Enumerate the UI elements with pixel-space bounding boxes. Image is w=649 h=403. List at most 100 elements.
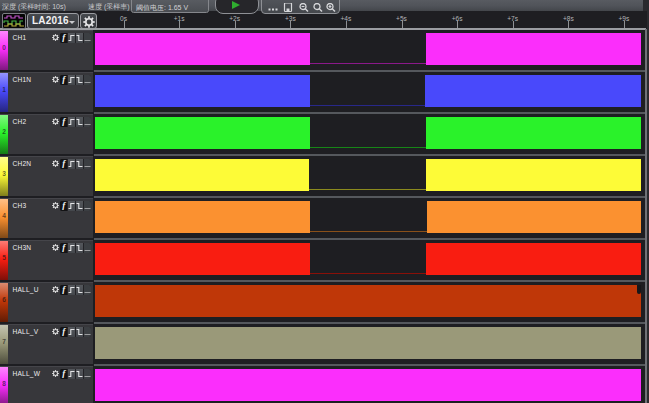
channel-number: 6	[0, 283, 8, 317]
low-level-icon[interactable]	[84, 75, 91, 86]
rising-edge-icon[interactable]	[68, 201, 75, 212]
gear-icon[interactable]	[52, 160, 59, 167]
rising-edge-icon[interactable]	[68, 117, 75, 128]
low-level-icon[interactable]	[84, 117, 91, 128]
time-ruler[interactable]: 0s+1s+2s+3s+4s+5s+6s+7s+8s+9s	[96, 11, 641, 29]
gear-icon[interactable]	[52, 244, 59, 251]
low-level-icon[interactable]	[84, 33, 91, 44]
settings-button[interactable]	[80, 13, 97, 29]
frequency-glyph: f	[60, 327, 67, 336]
rising-edge-icon-svg	[68, 34, 75, 42]
rising-edge-icon[interactable]	[68, 327, 75, 338]
frequency-icon[interactable]: f	[60, 285, 67, 296]
channel-label: CH1N	[13, 76, 32, 83]
channel-label: CH2	[13, 118, 27, 125]
row-divider	[94, 112, 646, 114]
gear-icon	[83, 16, 95, 28]
falling-edge-icon[interactable]	[76, 369, 83, 380]
rising-edge-icon[interactable]	[68, 33, 75, 44]
channel-tile-ch3n[interactable]: 5CH3Nf	[0, 240, 93, 280]
channel-label: CH3	[13, 202, 27, 209]
channel-tile-ch1n[interactable]: 1 CH1N f	[0, 72, 93, 112]
low-level-icon-svg	[84, 34, 91, 42]
trigger-button-group: f	[60, 117, 91, 128]
trigger-button-group: f	[60, 285, 91, 296]
rising-edge-icon[interactable]	[68, 75, 75, 86]
ruler-tick-mark	[457, 21, 458, 28]
low-level-icon-svg	[84, 286, 91, 294]
channel-label: HALL_V	[13, 328, 39, 335]
waveform-high-ch2	[426, 117, 642, 149]
falling-edge-icon[interactable]	[76, 243, 83, 254]
falling-edge-icon-svg	[76, 370, 83, 378]
channel-color-strip: 7	[0, 325, 8, 364]
low-level-icon[interactable]	[84, 201, 91, 212]
channel-tile-ch3[interactable]: 4 CH3 f	[0, 198, 93, 238]
row-divider	[94, 238, 646, 240]
ruler-tick-mark	[402, 21, 403, 28]
frequency-icon[interactable]: f	[60, 117, 67, 128]
channel-number: 1	[0, 73, 8, 107]
frequency-icon[interactable]: f	[60, 75, 67, 86]
frequency-icon[interactable]: f	[60, 369, 67, 380]
channel-color-strip: 6	[0, 283, 8, 322]
frequency-icon[interactable]: f	[60, 33, 67, 44]
gear-icon[interactable]	[52, 118, 59, 125]
falling-edge-icon[interactable]	[76, 33, 83, 44]
low-level-icon[interactable]	[84, 327, 91, 338]
channel-tile-ch1[interactable]: 0CH1f	[0, 30, 93, 70]
falling-edge-icon[interactable]	[76, 75, 83, 86]
channel-label: CH2N	[13, 160, 32, 167]
waveform-high-ch2n	[95, 159, 309, 191]
low-level-icon[interactable]	[84, 159, 91, 170]
low-level-icon[interactable]	[84, 285, 91, 296]
channel-tile-hall_u[interactable]: 6HALL_Uf	[0, 282, 93, 322]
channel-color-strip: 0	[0, 31, 8, 70]
channel-tile-ch2[interactable]: 2CH2f	[0, 114, 93, 154]
channel-tile-hall_w[interactable]: 8HALL_Wf	[0, 366, 93, 403]
frequency-icon[interactable]: f	[60, 159, 67, 170]
waveform-high-hall_v	[95, 327, 641, 359]
ruler-tick-mark	[290, 21, 291, 28]
rising-edge-icon[interactable]	[68, 285, 75, 296]
waveform-high-hall_u	[95, 285, 641, 317]
channel-tile-hall_v[interactable]: 7 HALL_V f	[0, 324, 93, 364]
frequency-glyph: f	[60, 201, 67, 210]
device-selector-button[interactable]: LA2016	[27, 13, 79, 29]
trigger-button-group: f	[60, 201, 91, 212]
ruler-tick-mark	[513, 21, 514, 28]
rising-edge-icon[interactable]	[68, 243, 75, 254]
falling-edge-icon[interactable]	[76, 285, 83, 296]
depth-label: 深度 (采样时间: 10s)	[2, 2, 66, 12]
gear-icon[interactable]	[52, 286, 59, 293]
gear-icon[interactable]	[52, 370, 59, 377]
waveform-logo-icon	[2, 13, 26, 29]
gear-icon[interactable]	[52, 202, 59, 209]
falling-edge-icon[interactable]	[76, 117, 83, 128]
gear-icon[interactable]	[52, 328, 59, 335]
low-level-icon[interactable]	[84, 243, 91, 254]
channel-number: 5	[0, 241, 8, 275]
gear-icon[interactable]	[52, 34, 59, 41]
falling-edge-icon[interactable]	[76, 201, 83, 212]
frequency-icon[interactable]: f	[60, 327, 67, 338]
capture-end-notch	[637, 285, 642, 294]
ruler-tick-mark	[568, 21, 569, 28]
falling-edge-icon[interactable]	[76, 327, 83, 338]
frequency-icon[interactable]: f	[60, 201, 67, 212]
low-level-icon[interactable]	[84, 369, 91, 380]
channel-tile-ch2n[interactable]: 3CH2Nf	[0, 156, 93, 196]
waveform-high-ch3n	[95, 243, 310, 275]
rising-edge-icon[interactable]	[68, 369, 75, 380]
channel-number: 7	[0, 325, 8, 359]
frequency-icon[interactable]: f	[60, 243, 67, 254]
low-level-icon-svg	[84, 202, 91, 210]
rising-edge-icon-svg	[68, 160, 75, 168]
ruler-tick-mark	[124, 21, 125, 28]
rising-edge-icon[interactable]	[68, 159, 75, 170]
channel-color-strip: 4	[0, 199, 8, 238]
waveform-high-ch2	[95, 117, 310, 149]
trigger-button-group: f	[60, 75, 91, 86]
gear-icon[interactable]	[52, 76, 59, 83]
falling-edge-icon[interactable]	[76, 159, 83, 170]
